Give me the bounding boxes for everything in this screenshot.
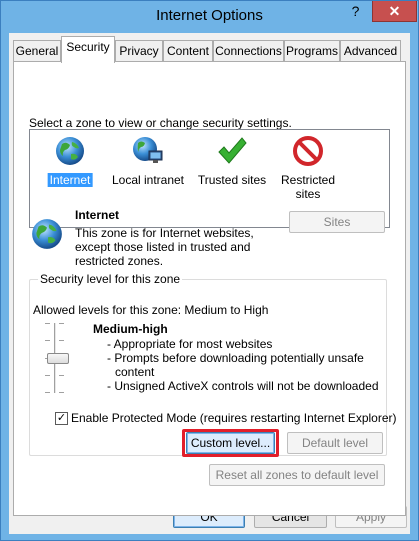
custom-level-button[interactable]: Custom level... (186, 432, 275, 454)
slider-tick (59, 375, 64, 376)
tab-security[interactable]: Security (61, 36, 115, 63)
intranet-globe-icon (133, 137, 163, 163)
zone-internet-label: Internet (47, 173, 93, 187)
globe-icon (32, 219, 62, 249)
slider-thumb[interactable] (47, 353, 69, 364)
zone-local-intranet-label: Local intranet (111, 173, 185, 187)
help-button[interactable]: ? (339, 1, 372, 22)
security-level-group-title: Security level for this zone (38, 272, 183, 286)
globe-icon (56, 137, 84, 165)
slider-tick (45, 323, 50, 324)
slider-tick (45, 392, 50, 393)
slider-tick (59, 392, 64, 393)
tab-content[interactable]: Content (163, 40, 213, 61)
slider-tick (59, 323, 64, 324)
tab-connections[interactable]: Connections (213, 40, 284, 61)
tab-advanced[interactable]: Advanced (340, 40, 401, 61)
zone-trusted-sites-label: Trusted sites (197, 173, 267, 187)
zones-prompt: Select a zone to view or change security… (29, 116, 292, 130)
tab-general[interactable]: General (13, 40, 61, 61)
question-mark-icon: ? (351, 3, 360, 19)
zone-detail-line1: This zone is for Internet websites, (75, 226, 254, 240)
reset-all-zones-button[interactable]: Reset all zones to default level (209, 464, 385, 486)
level-bullet-3: - Unsigned ActiveX controls will not be … (107, 379, 379, 393)
zone-trusted-sites[interactable]: Trusted sites (194, 133, 270, 223)
zone-detail-line2: except those listed in trusted and (75, 240, 251, 254)
dialog-client-area: General Security Privacy Content Connect… (9, 33, 410, 534)
title-bar[interactable]: Internet Options ? ✕ (1, 1, 418, 33)
level-bullet-2: - Prompts before downloading potentially… (107, 351, 364, 365)
close-button[interactable]: ✕ (372, 1, 417, 22)
sites-button[interactable]: Sites (289, 211, 385, 233)
zone-restricted-line2: sites (295, 187, 321, 201)
close-x-icon: ✕ (388, 3, 401, 19)
internet-options-window: Internet Options ? ✕ General Security Pr… (0, 0, 419, 541)
level-bullet-1: - Appropriate for most websites (107, 337, 273, 351)
security-tab-panel: Select a zone to view or change security… (13, 61, 406, 516)
slider-tick (45, 375, 50, 376)
protected-mode-label[interactable]: Enable Protected Mode (requires restarti… (71, 411, 397, 425)
zone-detail-title: Internet (75, 208, 120, 222)
level-bullet-2-cont: content (115, 365, 155, 379)
tab-privacy[interactable]: Privacy (115, 40, 163, 61)
default-level-button[interactable]: Default level (287, 432, 383, 454)
level-name: Medium-high (93, 322, 168, 336)
tab-programs[interactable]: Programs (284, 40, 340, 61)
protected-mode-checkbox[interactable]: ✓ (55, 412, 68, 425)
checkmark-icon: ✓ (56, 412, 67, 424)
zone-local-intranet[interactable]: Local intranet (108, 133, 188, 223)
zone-restricted-line1: Restricted (280, 173, 336, 187)
zone-restricted-sites-label: Restricted sites (275, 173, 341, 201)
slider-tick (45, 340, 50, 341)
zone-restricted-sites[interactable]: Restricted sites (275, 133, 341, 223)
slider-tick (59, 340, 64, 341)
restricted-icon (293, 136, 323, 166)
allowed-levels-text: Allowed levels for this zone: Medium to … (33, 303, 269, 317)
zone-detail-line3: restricted zones. (75, 254, 164, 268)
green-check-icon (218, 137, 247, 164)
